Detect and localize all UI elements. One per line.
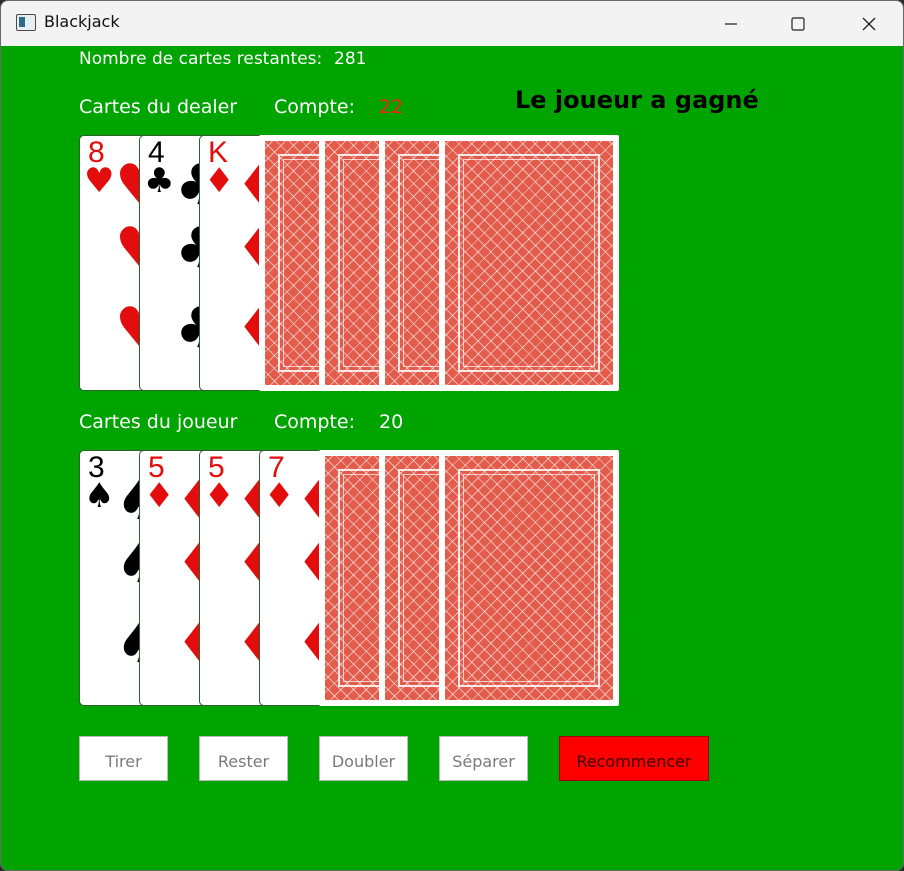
remaining-cards-label: Nombre de cartes restantes: <box>79 49 323 69</box>
minimize-button[interactable] <box>701 1 761 46</box>
card-suit-icon: ♦ <box>144 476 175 516</box>
dealer-label: Cartes du dealer <box>79 96 238 118</box>
close-icon <box>862 17 876 30</box>
player-label: Cartes du joueur <box>79 411 238 433</box>
card-suit-icon: ♦ <box>264 476 295 516</box>
player-card-back <box>439 450 619 706</box>
maximize-icon <box>791 16 805 31</box>
game-result: Le joueur a gagné <box>515 86 759 114</box>
dealer-card-back <box>439 135 619 391</box>
dealer-count-label: Compte: <box>274 96 356 118</box>
app-icon <box>16 14 36 31</box>
dealer-count-value: 22 <box>379 96 404 118</box>
remaining-cards-value: 281 <box>334 49 367 69</box>
card-suit-icon: ♠ <box>84 476 115 516</box>
blackjack-window: Blackjack Nombre de cartes restantes: 28… <box>0 0 904 871</box>
player-count-label: Compte: <box>274 411 356 433</box>
player-count-value: 20 <box>379 411 404 433</box>
hit-button[interactable]: Tirer <box>79 736 168 781</box>
split-button[interactable]: Séparer <box>439 736 528 781</box>
card-suit-icon: ♦ <box>204 476 235 516</box>
restart-button[interactable]: Recommencer <box>559 736 709 781</box>
card-suit-icon: ♦ <box>204 161 235 201</box>
minimize-icon <box>725 22 737 25</box>
title-bar: Blackjack <box>1 1 903 46</box>
stand-button[interactable]: Rester <box>199 736 288 781</box>
card-suit-icon: ♥ <box>84 161 115 201</box>
close-button[interactable] <box>839 1 899 46</box>
window-title: Blackjack <box>44 12 120 31</box>
double-button[interactable]: Doubler <box>319 736 408 781</box>
maximize-button[interactable] <box>768 1 828 46</box>
card-suit-icon: ♣ <box>144 161 175 201</box>
